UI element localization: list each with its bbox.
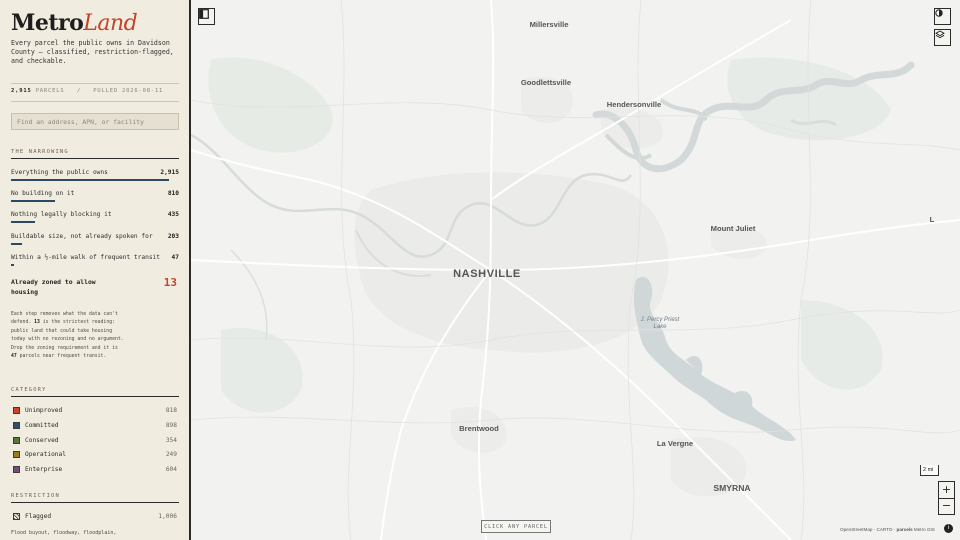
category-count: 249 [165, 451, 177, 458]
step-bar [11, 179, 169, 181]
restriction-footnote: Flood buyout, floodway, floodplain, [11, 530, 117, 536]
stats-separator: / [76, 88, 81, 94]
place-label-millersville: Millersville [529, 20, 569, 29]
category-label: Enterprise [25, 466, 63, 473]
attribution-osm-link[interactable]: OpenStreetMap [840, 527, 872, 532]
restriction-count: 1,006 [158, 513, 177, 520]
category-swatch [13, 437, 20, 444]
category-item-conserved[interactable]: Conserved 354 [13, 436, 179, 446]
category-heading: CATEGORY [11, 387, 47, 393]
attribution-separator: · [873, 527, 876, 532]
attribution-carto-link[interactable]: CARTO [877, 527, 893, 532]
layers-icon [935, 30, 945, 39]
step-bar [11, 221, 35, 223]
narrowing-note: Each step removes what the data can't de… [11, 311, 126, 361]
note-number: 13 [34, 320, 40, 326]
lake-label-line: Lake [653, 324, 667, 330]
attribution-parcels: parcels [896, 527, 913, 532]
category-item-enterprise[interactable]: Enterprise 604 [13, 465, 179, 475]
divider [11, 83, 179, 84]
brand-land: Land [83, 11, 138, 36]
narrowing-heading: THE NARROWING [11, 149, 69, 155]
attribution-separator: · [893, 527, 896, 532]
step-bar [11, 243, 22, 245]
step-bar [11, 264, 14, 266]
category-count: 898 [165, 422, 177, 429]
sidebar-toggle-button[interactable] [198, 8, 215, 25]
click-hint: CLICK ANY PARCEL [481, 520, 551, 533]
search-input[interactable] [11, 113, 179, 130]
category-count: 818 [165, 407, 177, 414]
contrast-icon [935, 9, 943, 17]
category-swatch [13, 451, 20, 458]
category-label: Committed [25, 422, 59, 429]
final-step-count: 13 [163, 276, 177, 289]
divider [11, 158, 179, 159]
divider [11, 101, 179, 102]
layers-button[interactable] [934, 29, 951, 46]
note-number: 47 [11, 354, 17, 360]
category-item-operational[interactable]: Operational 249 [13, 450, 179, 460]
category-item-unimproved[interactable]: Unimproved 818 [13, 406, 179, 416]
sidebar-toggle-icon [199, 9, 209, 19]
zoom-control: + − [938, 481, 955, 515]
place-label-smyrna: SMYRNA [713, 483, 751, 493]
zoom-in-button[interactable]: + [939, 482, 954, 498]
sidebar: MetroLand Every parcel the public owns i… [0, 0, 191, 540]
category-swatch [13, 407, 20, 414]
stats-line: 2,915 PARCELS / PULLED 2026-08-11 [11, 88, 163, 94]
final-step-label[interactable]: Already zoned to allow housing [11, 277, 111, 297]
parcel-count-label: PARCELS [35, 88, 65, 94]
basemap [191, 0, 960, 540]
scale-bar: 2 mi [920, 465, 939, 476]
step-label: Buildable size, not already spoken for [11, 233, 153, 240]
place-label-brentwood: Brentwood [459, 424, 499, 433]
tagline: Every parcel the public owns in Davidson… [11, 39, 174, 65]
category-swatch [13, 466, 20, 473]
step-label: No building on it [11, 190, 75, 197]
map-attribution: OpenStreetMap · CARTO · parcels Metro GI… [840, 527, 935, 532]
place-label-mount-juliet: Mount Juliet [710, 224, 756, 233]
category-count: 604 [165, 466, 177, 473]
pulled-date: PULLED 2026-08-11 [93, 88, 164, 94]
brand-metro: Metro [11, 10, 84, 36]
theme-toggle-button[interactable] [934, 8, 951, 25]
step-count: 435 [167, 211, 179, 218]
place-label-nashville: NASHVILLE [453, 268, 521, 280]
category-label: Conserved [25, 437, 59, 444]
place-label-edge: L [929, 215, 935, 224]
step-count: 47 [171, 254, 179, 261]
category-count: 354 [165, 437, 177, 444]
parcel-count: 2,915 [11, 88, 32, 94]
step-count: 810 [167, 190, 179, 197]
step-count: 2,915 [160, 169, 179, 176]
place-label-goodlettsville: Goodlettsville [520, 78, 572, 87]
attribution-source: Metro GIS [913, 527, 935, 532]
lake-label-line: J. Percy Priest [640, 317, 680, 323]
note-text: parcels near frequent transit. [19, 354, 107, 360]
place-label-percy-priest-lake: J. Percy Priest Lake [641, 317, 680, 331]
category-label: Operational [25, 451, 66, 458]
restriction-heading: RESTRICTION [11, 493, 60, 499]
place-label-hendersonville: Hendersonville [606, 100, 662, 109]
category-swatch [13, 422, 20, 429]
step-bar [11, 200, 55, 202]
divider [11, 502, 179, 503]
category-item-committed[interactable]: Committed 898 [13, 421, 179, 431]
zoom-out-button[interactable]: − [939, 498, 954, 514]
restriction-item-flagged[interactable]: Flagged 1,006 [13, 512, 179, 522]
place-label-la-vergne: La Vergne [656, 439, 694, 448]
step-label: Everything the public owns [11, 169, 108, 176]
brand-logo: MetroLand [11, 9, 138, 38]
step-label: Nothing legally blocking it [11, 211, 112, 218]
map-canvas[interactable]: Millersville Goodlettsville Hendersonvil… [191, 0, 960, 540]
step-label: Within a ½-mile walk of frequent transit [11, 254, 161, 261]
restriction-label: Flagged [25, 513, 52, 520]
divider [11, 396, 179, 397]
step-count: 203 [167, 233, 179, 240]
info-button[interactable]: i [944, 524, 953, 533]
hatch-swatch-icon [13, 513, 20, 520]
category-label: Unimproved [25, 407, 63, 414]
